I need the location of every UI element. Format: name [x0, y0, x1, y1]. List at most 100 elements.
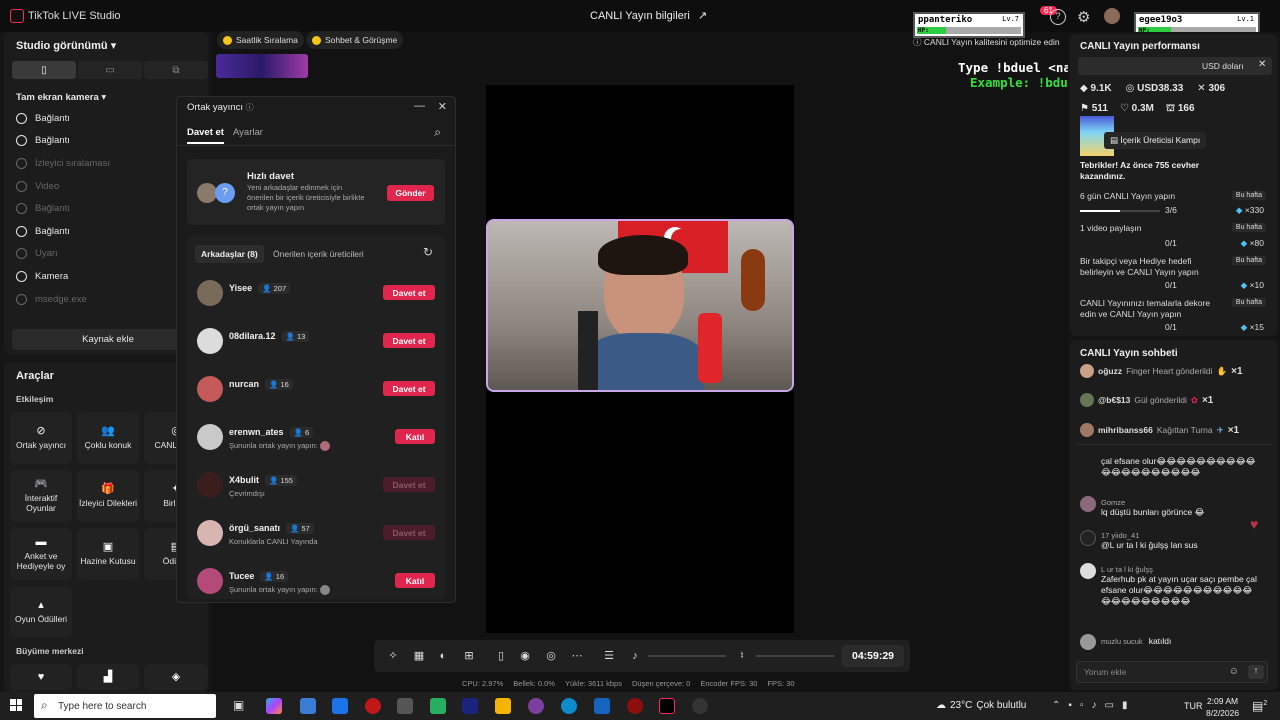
notifications-icon[interactable]: ▤2 [1252, 699, 1267, 713]
volume-slider[interactable] [648, 655, 726, 657]
viewers-icon: ◆ [1080, 83, 1088, 94]
send-button[interactable]: Gönder [387, 185, 434, 201]
phone-icon[interactable]: ▯ [494, 649, 508, 663]
tray-icon[interactable]: ▫ [1080, 700, 1084, 711]
battery-icon[interactable]: ▮ [1122, 700, 1128, 711]
growth-tool[interactable]: ▟ [77, 664, 139, 690]
speaker-icon[interactable]: ♪ [628, 649, 642, 663]
coin-icon: ◎ [1125, 83, 1135, 94]
help-icon[interactable]: ? [1050, 9, 1066, 25]
folder-icon[interactable] [495, 698, 511, 714]
task-view-icon[interactable]: ▣ [233, 698, 249, 714]
tab-settings[interactable]: Ayarlar [233, 127, 263, 138]
comment-input[interactable]: Yorum ekle ☺ ↑ [1076, 661, 1268, 683]
tool-cohost[interactable]: ⊘ Ortak yayıncı [10, 412, 72, 464]
source-item[interactable]: Bağlantı [0, 197, 204, 220]
invite-button[interactable]: Davet et [383, 381, 435, 396]
refresh-icon[interactable]: ↻ [423, 245, 433, 259]
close-icon[interactable]: ✕ [438, 100, 447, 113]
tab-invite[interactable]: Davet et [187, 127, 224, 144]
store-icon[interactable] [300, 698, 316, 714]
edge-icon[interactable] [561, 698, 577, 714]
source-item[interactable]: Bağlantı [0, 107, 204, 130]
join-button[interactable]: Katıl [395, 429, 435, 444]
portrait-view-button[interactable]: ▯ [12, 61, 76, 79]
scene-group-title[interactable]: Tam ekran kamera ▾ [16, 92, 106, 103]
growth-tool[interactable]: ♥ [10, 664, 72, 690]
window-capture-icon [16, 293, 27, 305]
tool-interactive-games[interactable]: 🎮 İnteraktif Oyunlar [10, 470, 72, 522]
split-view-button[interactable]: ⧉ [144, 61, 208, 79]
mixer-icon[interactable]: ☰ [602, 649, 616, 663]
add-media-icon[interactable]: ⊞ [462, 649, 476, 663]
camera-toggle-icon[interactable]: ◎ [544, 649, 558, 663]
invite-button[interactable]: Davet et [383, 285, 435, 300]
source-item[interactable]: İzleyici sıralaması [0, 152, 204, 175]
app-icon[interactable] [430, 698, 446, 714]
app-icon[interactable] [528, 698, 544, 714]
tool-treasure-box[interactable]: ▣ Hazine Kutusu [77, 528, 139, 580]
stream-info-button[interactable]: CANLI Yayın bilgileri ↗ [590, 9, 707, 23]
quality-tip[interactable]: ⓘ CANLI Yayın kalitesini optimize edin [913, 36, 1060, 48]
tiktok-icon[interactable] [659, 698, 675, 714]
tray-icon[interactable]: ⌃ [1052, 700, 1060, 711]
magic-wand-icon[interactable]: ✧ [386, 649, 400, 663]
tab-friends[interactable]: Arkadaşlar (8) [195, 245, 264, 263]
language-indicator[interactable]: TUR [1184, 701, 1203, 711]
join-button[interactable]: Katıl [395, 573, 435, 588]
app-icon[interactable] [692, 698, 708, 714]
event-banner[interactable] [216, 54, 308, 78]
opera-icon[interactable] [627, 698, 643, 714]
source-item[interactable]: Video [0, 175, 204, 198]
app-icon[interactable] [594, 698, 610, 714]
mail-icon[interactable] [332, 698, 348, 714]
mic-volume-slider[interactable] [756, 655, 834, 657]
send-arrow-icon[interactable]: ↑ [1248, 665, 1264, 679]
volume-icon[interactable]: ♪ [1091, 700, 1096, 711]
source-item[interactable]: Bağlantı [0, 220, 204, 243]
source-item[interactable]: Kamera [0, 265, 204, 288]
tool-viewer-wishes[interactable]: 🎁 İzleyici Dilekleri [77, 470, 139, 522]
growth-tool[interactable]: ◈ [144, 664, 208, 690]
profile-avatar[interactable] [1104, 8, 1120, 24]
landscape-view-button[interactable]: ▭ [78, 61, 142, 79]
source-item[interactable]: Uyarı [0, 243, 204, 266]
spark-icon: ✕ [1197, 83, 1206, 94]
chat-meet-chip[interactable]: Sohbet & Görüşme [306, 31, 404, 49]
view-mode-selector[interactable]: ▯ ▭ ⧉ [12, 61, 208, 79]
tool-multi-guest[interactable]: 👥 Çoklu konuk [77, 412, 139, 464]
emoji-icon[interactable]: ☺ [1229, 666, 1239, 677]
minimize-icon[interactable]: — [414, 100, 425, 112]
record-icon[interactable]: ◉ [518, 649, 532, 663]
source-item[interactable]: msedge.exe [0, 288, 204, 311]
copilot-icon[interactable] [266, 698, 282, 714]
microphone-icon[interactable]: ♮ [735, 649, 749, 663]
tab-recommended[interactable]: Önerilen içerik üreticileri [273, 249, 364, 259]
close-icon[interactable]: ✕ [1258, 59, 1266, 70]
question-avatar-icon: ? [215, 183, 235, 203]
invite-button[interactable]: Davet et [383, 333, 435, 348]
tool-poll[interactable]: ▬ Anket ve Hediyeyle oy [10, 528, 72, 580]
app-icon[interactable] [397, 698, 413, 714]
app-icon[interactable] [462, 698, 478, 714]
network-icon[interactable]: ▭ [1104, 700, 1113, 711]
weather-widget[interactable]: ☁ 23°C Çok bulutlu [936, 700, 1026, 711]
chat-message: çal efsane olur😂😂😂😂😂😂😂😂😂😂😂😂😂😂😂😂😂😂😂😂 [1101, 456, 1256, 478]
search-icon[interactable]: ⌕ [434, 125, 441, 140]
system-tray: ⌃ ▪ ▫ ♪ ▭ ▮ [1052, 700, 1127, 711]
clock[interactable]: 2:09 AM 8/2/2026 [1206, 695, 1239, 719]
app-icon[interactable] [365, 698, 381, 714]
more-icon[interactable]: ⋯ [570, 649, 584, 663]
studio-view-title[interactable]: Studio görünümü ▾ [16, 39, 116, 52]
effects-icon[interactable]: ◐ [436, 649, 450, 663]
source-item[interactable]: Bağlantı [0, 130, 204, 153]
windows-start-icon[interactable] [10, 699, 22, 711]
creator-camp-link[interactable]: ▤ İçerik Üreticisi Kampı [1104, 132, 1207, 149]
hourly-ranking-chip[interactable]: Saatlik Sıralama [217, 31, 304, 49]
follower-count: 👤 207 [258, 283, 291, 294]
taskbar-search-input[interactable]: ⌕ Type here to search [34, 694, 216, 718]
sticker-icon[interactable]: ▦ [412, 649, 426, 663]
settings-gear-icon[interactable]: ⚙ [1077, 8, 1090, 26]
tray-icon[interactable]: ▪ [1068, 700, 1072, 711]
tool-game-rewards[interactable]: ▴ Oyun Ödülleri [10, 586, 72, 638]
